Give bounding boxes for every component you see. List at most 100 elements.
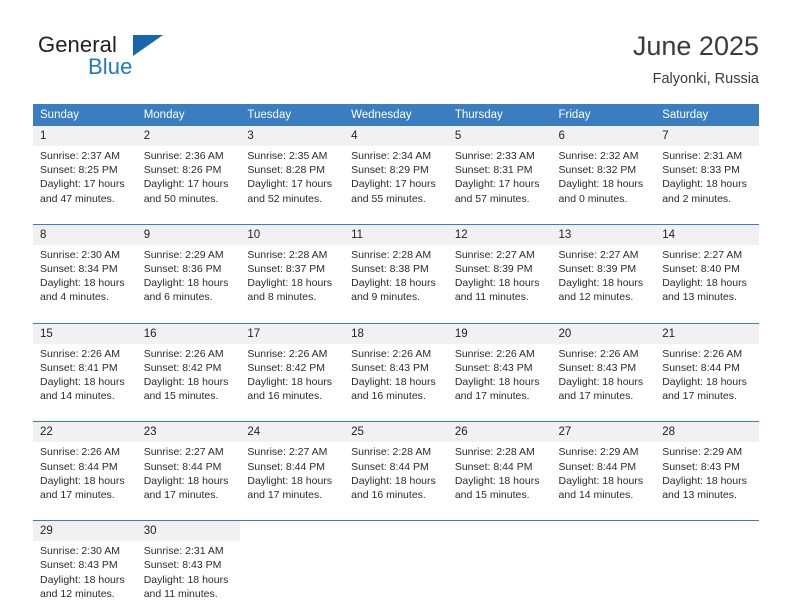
weekday-header-friday: Friday xyxy=(551,104,656,126)
day-cell[interactable]: 24 Sunrise: 2:27 AM Sunset: 8:44 PM Dayl… xyxy=(240,421,345,508)
sunrise-text: Sunrise: 2:27 AM xyxy=(247,446,328,459)
day-cell[interactable]: 28 Sunrise: 2:29 AM Sunset: 8:43 PM Dayl… xyxy=(655,421,759,508)
calendar-week-row: 22 Sunrise: 2:26 AM Sunset: 8:44 PM Dayl… xyxy=(33,421,759,508)
daylight-text-line2: and 55 minutes. xyxy=(351,192,426,205)
day-cell[interactable]: 29 Sunrise: 2:30 AM Sunset: 8:43 PM Dayl… xyxy=(33,520,137,607)
sunset-text: Sunset: 8:44 PM xyxy=(40,460,118,473)
day-cell[interactable]: 15 Sunrise: 2:26 AM Sunset: 8:41 PM Dayl… xyxy=(33,323,137,409)
week-separator xyxy=(33,407,759,423)
day-cell[interactable]: 23 Sunrise: 2:27 AM Sunset: 8:44 PM Dayl… xyxy=(136,421,241,508)
day-details: Sunrise: 2:35 AM Sunset: 8:28 PM Dayligh… xyxy=(240,146,344,210)
day-cell[interactable]: 12 Sunrise: 2:27 AM Sunset: 8:39 PM Dayl… xyxy=(447,224,552,310)
week-separator-cell xyxy=(33,210,759,225)
day-number: 15 xyxy=(33,323,137,344)
daylight-text-line1: Daylight: 18 hours xyxy=(662,376,747,389)
day-number: 21 xyxy=(655,323,759,344)
day-number: 24 xyxy=(240,422,345,443)
sunset-text: Sunset: 8:43 PM xyxy=(662,460,740,473)
sunrise-text: Sunrise: 2:29 AM xyxy=(662,446,743,459)
sunset-text: Sunset: 8:34 PM xyxy=(40,263,118,276)
day-number: 4 xyxy=(344,126,448,146)
day-number: 17 xyxy=(240,323,345,344)
daylight-text-line2: and 16 minutes. xyxy=(351,390,426,403)
day-cell[interactable]: 13 Sunrise: 2:27 AM Sunset: 8:39 PM Dayl… xyxy=(551,224,656,310)
day-cell[interactable]: 18 Sunrise: 2:26 AM Sunset: 8:43 PM Dayl… xyxy=(344,323,448,409)
day-number: 16 xyxy=(136,323,241,344)
day-details: Sunrise: 2:28 AM Sunset: 8:37 PM Dayligh… xyxy=(240,245,344,309)
daylight-text-line1: Daylight: 18 hours xyxy=(558,277,644,290)
sunset-text: Sunset: 8:42 PM xyxy=(143,361,222,374)
day-cell[interactable]: 22 Sunrise: 2:26 AM Sunset: 8:44 PM Dayl… xyxy=(33,421,137,508)
sunset-text: Sunset: 8:43 PM xyxy=(454,361,533,374)
sunrise-text: Sunrise: 2:28 AM xyxy=(247,248,328,261)
day-cell[interactable]: 27 Sunrise: 2:29 AM Sunset: 8:44 PM Dayl… xyxy=(551,421,656,508)
daylight-text-line1: Daylight: 18 hours xyxy=(662,277,747,290)
sunset-text: Sunset: 8:31 PM xyxy=(454,164,533,177)
day-details: Sunrise: 2:29 AM Sunset: 8:44 PM Dayligh… xyxy=(552,442,656,506)
sunset-text: Sunset: 8:44 PM xyxy=(454,460,533,473)
day-details xyxy=(655,527,759,534)
sunset-text: Sunset: 8:28 PM xyxy=(247,164,326,177)
day-cell[interactable]: 25 Sunrise: 2:28 AM Sunset: 8:44 PM Dayl… xyxy=(344,421,448,508)
daylight-text-line2: and 0 minutes. xyxy=(558,192,628,205)
day-cell[interactable]: 14 Sunrise: 2:27 AM Sunset: 8:40 PM Dayl… xyxy=(655,224,759,310)
day-cell[interactable]: 1 Sunrise: 2:37 AM Sunset: 8:25 PM Dayli… xyxy=(33,126,137,211)
day-cell[interactable]: 5 Sunrise: 2:33 AM Sunset: 8:31 PM Dayli… xyxy=(447,126,552,211)
day-cell[interactable]: 8 Sunrise: 2:30 AM Sunset: 8:34 PM Dayli… xyxy=(33,224,137,310)
logo-text-blue: Blue xyxy=(88,54,133,79)
daylight-text-line2: and 15 minutes. xyxy=(454,489,530,502)
day-details: Sunrise: 2:26 AM Sunset: 8:41 PM Dayligh… xyxy=(33,344,137,408)
day-cell[interactable]: 16 Sunrise: 2:26 AM Sunset: 8:42 PM Dayl… xyxy=(136,323,241,409)
day-cell[interactable]: 4 Sunrise: 2:34 AM Sunset: 8:29 PM Dayli… xyxy=(344,126,448,211)
sunset-text: Sunset: 8:25 PM xyxy=(40,164,118,177)
day-number: 23 xyxy=(136,422,241,443)
daylight-text-line2: and 57 minutes. xyxy=(454,192,530,205)
calendar-week-row: 29 Sunrise: 2:30 AM Sunset: 8:43 PM Dayl… xyxy=(33,520,759,607)
sunset-text: Sunset: 8:44 PM xyxy=(351,460,429,473)
daylight-text-line2: and 11 minutes. xyxy=(454,291,529,304)
week-separator-cell xyxy=(33,506,759,522)
sunrise-text: Sunrise: 2:29 AM xyxy=(558,446,639,459)
day-details: Sunrise: 2:27 AM Sunset: 8:40 PM Dayligh… xyxy=(655,245,759,309)
calendar-week-row: 8 Sunrise: 2:30 AM Sunset: 8:34 PM Dayli… xyxy=(33,224,759,310)
day-number: 27 xyxy=(551,422,656,443)
daylight-text-line2: and 17 minutes. xyxy=(40,489,115,502)
daylight-text-line2: and 52 minutes. xyxy=(247,192,323,205)
day-details: Sunrise: 2:29 AM Sunset: 8:36 PM Dayligh… xyxy=(137,245,241,309)
daylight-text-line2: and 16 minutes. xyxy=(351,489,426,502)
day-details: Sunrise: 2:28 AM Sunset: 8:38 PM Dayligh… xyxy=(344,245,448,309)
day-cell[interactable]: 11 Sunrise: 2:28 AM Sunset: 8:38 PM Dayl… xyxy=(344,224,448,310)
day-number: 18 xyxy=(344,323,448,344)
daylight-text-line2: and 17 minutes. xyxy=(247,489,323,502)
day-number: 7 xyxy=(655,126,759,146)
daylight-text-line2: and 12 minutes. xyxy=(558,291,634,304)
day-cell[interactable]: 6 Sunrise: 2:32 AM Sunset: 8:32 PM Dayli… xyxy=(551,126,656,211)
week-separator xyxy=(33,210,759,225)
sunrise-text: Sunrise: 2:26 AM xyxy=(454,347,535,360)
sunrise-text: Sunrise: 2:28 AM xyxy=(454,446,535,459)
day-cell-empty xyxy=(447,520,552,607)
day-cell[interactable]: 26 Sunrise: 2:28 AM Sunset: 8:44 PM Dayl… xyxy=(447,421,552,508)
general-blue-logo[interactable]: General Blue xyxy=(33,32,263,90)
day-cell[interactable]: 19 Sunrise: 2:26 AM Sunset: 8:43 PM Dayl… xyxy=(447,323,552,409)
sunrise-text: Sunrise: 2:31 AM xyxy=(662,150,743,162)
weekday-header-tuesday: Tuesday xyxy=(240,104,345,126)
day-cell[interactable]: 30 Sunrise: 2:31 AM Sunset: 8:43 PM Dayl… xyxy=(136,520,241,607)
daylight-text-line1: Daylight: 17 hours xyxy=(40,178,125,191)
day-cell[interactable]: 2 Sunrise: 2:36 AM Sunset: 8:26 PM Dayli… xyxy=(136,126,241,211)
day-cell[interactable]: 17 Sunrise: 2:26 AM Sunset: 8:42 PM Dayl… xyxy=(240,323,345,409)
day-cell[interactable]: 7 Sunrise: 2:31 AM Sunset: 8:33 PM Dayli… xyxy=(655,126,759,211)
sunrise-text: Sunrise: 2:26 AM xyxy=(40,446,120,459)
day-cell[interactable]: 21 Sunrise: 2:26 AM Sunset: 8:44 PM Dayl… xyxy=(655,323,759,409)
day-cell[interactable]: 3 Sunrise: 2:35 AM Sunset: 8:28 PM Dayli… xyxy=(240,126,345,211)
calendar-week-row: 15 Sunrise: 2:26 AM Sunset: 8:41 PM Dayl… xyxy=(33,323,759,409)
day-cell[interactable]: 9 Sunrise: 2:29 AM Sunset: 8:36 PM Dayli… xyxy=(136,224,241,310)
day-details: Sunrise: 2:36 AM Sunset: 8:26 PM Dayligh… xyxy=(137,146,241,210)
day-number: 11 xyxy=(344,224,448,245)
day-cell[interactable]: 20 Sunrise: 2:26 AM Sunset: 8:43 PM Dayl… xyxy=(551,323,656,409)
location-subtitle: Falyonki, Russia xyxy=(652,71,759,87)
daylight-text-line1: Daylight: 18 hours xyxy=(454,376,540,389)
day-number: 28 xyxy=(655,422,759,443)
page-title: June 2025 xyxy=(632,31,759,61)
day-cell[interactable]: 10 Sunrise: 2:28 AM Sunset: 8:37 PM Dayl… xyxy=(240,224,345,310)
